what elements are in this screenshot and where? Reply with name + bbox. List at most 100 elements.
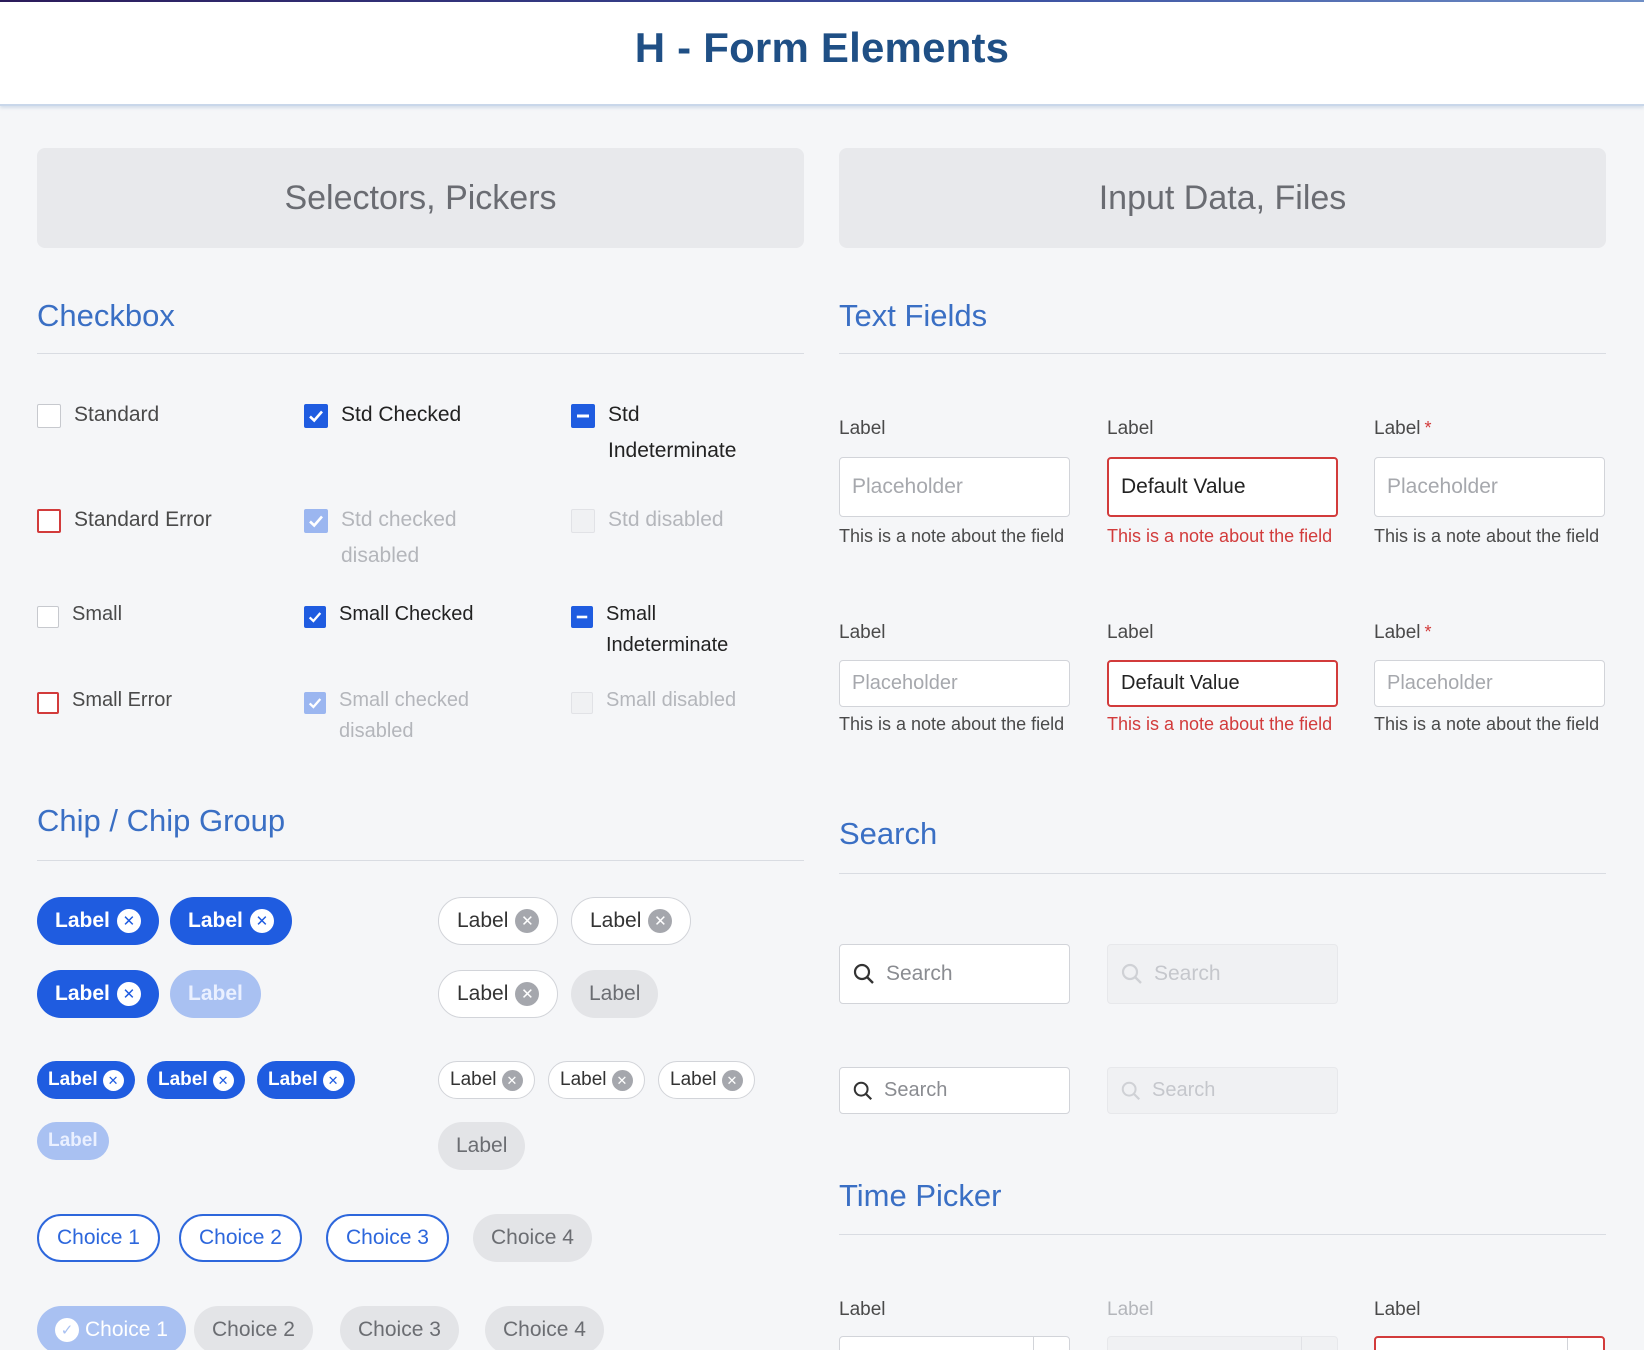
checkbox-small-error[interactable]: Small Error <box>37 689 287 716</box>
checkbox-small[interactable]: Small <box>37 603 287 630</box>
checkbox-std-checked-disabled: Std checked disabled <box>304 507 554 574</box>
section-banner-input-data: Input Data, Files <box>839 148 1606 248</box>
check-icon <box>308 698 322 709</box>
check-circle-icon: ✓ <box>55 1318 79 1342</box>
search-input-small[interactable]: Search <box>839 1067 1070 1114</box>
choice-chip-selected[interactable]: ✓ Choice 1 <box>37 1306 186 1350</box>
text-input[interactable]: Placeholder <box>839 457 1070 517</box>
checkbox-label: Standard Error <box>74 508 212 531</box>
field-label: Label <box>839 1299 886 1320</box>
checkbox-std-checked[interactable]: Std Checked <box>304 402 554 433</box>
checkbox-box[interactable] <box>304 606 326 628</box>
search-placeholder: Search <box>886 962 953 985</box>
page-header: H - Form Elements <box>0 2 1644 106</box>
close-icon[interactable]: ✕ <box>501 1069 523 1091</box>
text-input-small[interactable]: Placeholder <box>839 660 1070 707</box>
close-icon[interactable]: ✕ <box>721 1069 743 1091</box>
field-note: This is a note about the field <box>1374 526 1600 546</box>
chip-label: Label <box>188 982 243 1005</box>
checkbox-label: Small <box>72 603 123 625</box>
close-icon[interactable]: ✕ <box>648 909 673 933</box>
checkbox-box[interactable] <box>571 404 595 428</box>
checkbox-label: Small checked disabled <box>339 689 470 742</box>
choice-chip[interactable]: Choice 1 <box>37 1214 160 1262</box>
close-icon[interactable]: ✕ <box>116 909 141 933</box>
chip-outline-small[interactable]: Label ✕ <box>658 1061 755 1099</box>
chip-label: Label <box>450 1069 497 1090</box>
divider <box>37 353 804 354</box>
time-picker-input-disabled <box>1107 1336 1338 1350</box>
chip-label: Choice 4 <box>491 1226 574 1249</box>
chip-filled[interactable]: Label ✕ <box>37 970 159 1018</box>
checkbox-box[interactable] <box>37 606 59 628</box>
chip-filled[interactable]: Label ✕ <box>37 897 159 945</box>
required-mark: * <box>1424 622 1432 642</box>
chip-label: Label <box>456 1134 508 1157</box>
text-input-error[interactable]: Default Value <box>1107 457 1338 517</box>
checkbox-box <box>304 509 328 533</box>
placeholder-text: Placeholder <box>852 672 958 694</box>
checkbox-box[interactable] <box>304 404 328 428</box>
checkbox-standard[interactable]: Standard <box>37 402 287 433</box>
chip-label: Label <box>55 982 110 1005</box>
close-icon[interactable]: ✕ <box>102 1069 124 1091</box>
checkbox-box[interactable] <box>37 404 61 428</box>
search-placeholder: Search <box>1154 962 1221 985</box>
time-picker-stepper[interactable] <box>1567 1338 1603 1350</box>
checkbox-box <box>304 692 326 714</box>
choice-chip[interactable]: Choice 3 <box>326 1214 449 1262</box>
chip-outline[interactable]: Label ✕ <box>438 970 559 1018</box>
checkbox-small-checked[interactable]: Small Checked <box>304 603 554 630</box>
chip-label: Label <box>457 909 509 932</box>
field-label: Label <box>839 418 886 439</box>
chip-filled-small[interactable]: Label ✕ <box>37 1061 135 1099</box>
choice-chip[interactable]: Choice 2 <box>179 1214 302 1262</box>
search-input[interactable]: Search <box>839 944 1070 1004</box>
chip-outline-small[interactable]: Label ✕ <box>548 1061 645 1099</box>
checkbox-label: Small Indeterminate <box>606 603 729 656</box>
time-picker-stepper[interactable] <box>1033 1337 1069 1350</box>
choice-chip-unselected[interactable]: Choice 3 <box>340 1306 459 1350</box>
chip-outline[interactable]: Label ✕ <box>571 897 692 945</box>
close-icon[interactable]: ✕ <box>322 1069 344 1091</box>
close-icon[interactable]: ✕ <box>212 1069 234 1091</box>
chip-filled-small[interactable]: Label ✕ <box>147 1061 245 1099</box>
choice-chip-unselected[interactable]: Choice 2 <box>194 1306 313 1350</box>
chip-label: Choice 1 <box>85 1318 168 1341</box>
close-icon[interactable]: ✕ <box>611 1069 633 1091</box>
divider <box>37 860 804 861</box>
divider <box>839 873 1606 874</box>
minus-icon <box>577 414 589 418</box>
close-icon[interactable]: ✕ <box>116 982 141 1006</box>
close-icon[interactable]: ✕ <box>515 909 540 933</box>
chip-filled-small[interactable]: Label ✕ <box>257 1061 355 1099</box>
text-input-small-error[interactable]: Default Value <box>1107 660 1338 707</box>
time-picker-heading: Time Picker <box>839 1178 1002 1213</box>
text-input-required[interactable]: Placeholder <box>1374 457 1605 517</box>
checkbox-box[interactable] <box>37 692 59 714</box>
chip-outline-small[interactable]: Label ✕ <box>438 1061 535 1099</box>
choice-chip-disabled: Choice 4 <box>473 1214 592 1262</box>
checkbox-box[interactable] <box>37 509 61 533</box>
chip-label: Label <box>48 1069 98 1090</box>
time-picker-input[interactable] <box>839 1336 1070 1350</box>
checkbox-box[interactable] <box>571 606 593 628</box>
check-icon <box>309 410 323 423</box>
close-icon[interactable]: ✕ <box>249 909 274 933</box>
check-icon <box>308 612 322 623</box>
checkbox-small-indeterminate[interactable]: Small Indeterminate <box>571 603 771 661</box>
chip-filled[interactable]: Label ✕ <box>170 897 292 945</box>
search-icon <box>853 1081 873 1100</box>
chip-outline[interactable]: Label ✕ <box>438 897 559 945</box>
text-input-small-required[interactable]: Placeholder <box>1374 660 1605 707</box>
search-heading: Search <box>839 816 938 851</box>
chip-label: Label <box>158 1069 208 1090</box>
close-icon[interactable]: ✕ <box>515 982 540 1006</box>
choice-chip-unselected[interactable]: Choice 4 <box>485 1306 604 1350</box>
checkbox-std-indeterminate[interactable]: Std Indeterminate <box>571 402 771 469</box>
search-icon <box>1121 963 1142 984</box>
checkbox-standard-error[interactable]: Standard Error <box>37 507 287 538</box>
time-picker-input-error[interactable] <box>1374 1336 1605 1350</box>
field-label-text: Label <box>1374 418 1421 439</box>
checkbox-label: Std disabled <box>608 508 724 531</box>
